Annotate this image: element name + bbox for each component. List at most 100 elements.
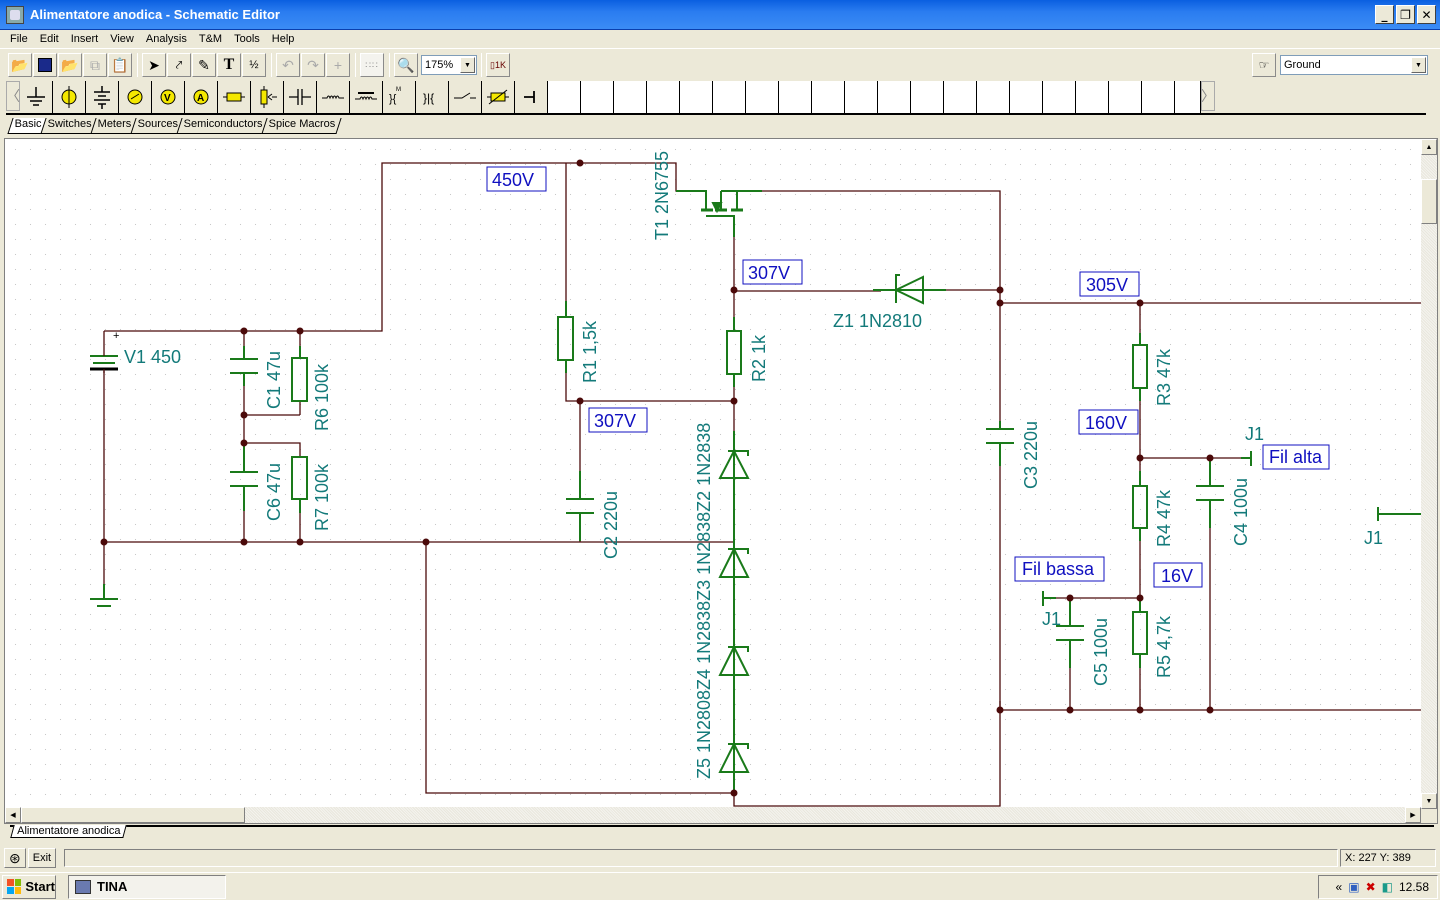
minimize-button[interactable]: _: [1375, 5, 1394, 24]
net-label-fil-alta[interactable]: Fil alta: [1262, 444, 1330, 470]
net-label-307v-top[interactable]: 307V: [742, 259, 803, 285]
wire-button[interactable]: ⤤: [167, 53, 191, 77]
scroll-down-button[interactable]: ▼: [1421, 793, 1437, 809]
security-icon[interactable]: ◧: [1382, 880, 1393, 894]
net-label-450v[interactable]: 450V: [486, 166, 547, 192]
part-ground[interactable]: [20, 81, 53, 113]
net-label-160v[interactable]: 160V: [1078, 409, 1139, 435]
menu-tm[interactable]: T&M: [193, 33, 228, 45]
scroll-up-button[interactable]: ▲: [1421, 139, 1437, 155]
chevron-down-icon[interactable]: ▼: [460, 57, 475, 73]
part-capacitor[interactable]: [284, 81, 317, 113]
tab-sources[interactable]: Sources: [129, 118, 184, 134]
tray-expand-icon[interactable]: «: [1336, 880, 1343, 894]
copy-button[interactable]: ⧉: [83, 53, 107, 77]
ground-symbol[interactable]: [90, 584, 118, 607]
parts-scroll-right[interactable]: 〉: [1201, 81, 1215, 111]
taskbar-item-tina[interactable]: TINA: [68, 874, 226, 899]
menu-tools[interactable]: Tools: [228, 33, 266, 45]
capacitor-c4[interactable]: [1196, 458, 1224, 528]
mosfet-t1[interactable]: [676, 190, 762, 237]
hint-button[interactable]: ☞: [1252, 53, 1276, 77]
part-potentiometer[interactable]: [251, 81, 284, 113]
component-value-button[interactable]: ▯1K: [486, 53, 510, 77]
close-button[interactable]: ✕: [1417, 5, 1436, 24]
menu-analysis[interactable]: Analysis: [140, 33, 193, 45]
parts-scroll-left[interactable]: 〈: [6, 81, 20, 111]
resistor-r7[interactable]: [291, 456, 308, 513]
tab-spice-macros[interactable]: Spice Macros: [261, 118, 342, 134]
tab-document[interactable]: Alimentatore anodica: [10, 825, 128, 838]
resistor-r4[interactable]: [1132, 471, 1148, 541]
part-inductor[interactable]: [317, 81, 350, 113]
capacitor-c2[interactable]: [566, 471, 594, 541]
resistor-r3[interactable]: [1132, 333, 1148, 401]
jumper-j1-right[interactable]: [1377, 507, 1421, 521]
resistor-r5[interactable]: [1132, 598, 1148, 668]
formula-button[interactable]: ½: [242, 53, 266, 77]
app-icon[interactable]: [6, 5, 24, 24]
select-button[interactable]: ➤: [142, 53, 166, 77]
restore-button[interactable]: ❐: [1396, 5, 1415, 24]
undo-button[interactable]: ↶: [276, 53, 300, 77]
redo-button[interactable]: ↷: [301, 53, 325, 77]
start-button[interactable]: Start: [2, 874, 56, 899]
schematic-canvas[interactable]: + V1 450 C1 47u C6 47u R6 100k R7 100k R…: [5, 139, 1421, 809]
capacitor-c3[interactable]: [986, 421, 1014, 466]
jumper-j1-fil-alta[interactable]: [1241, 451, 1252, 466]
battery-v1[interactable]: [90, 346, 118, 373]
part-inductor-core[interactable]: [350, 81, 383, 113]
net-label-16v[interactable]: 16V: [1153, 562, 1203, 588]
tab-switches[interactable]: Switches: [40, 118, 98, 134]
circuit-button[interactable]: ⊛: [4, 848, 26, 868]
draw-button[interactable]: ✎: [192, 53, 216, 77]
part-transformer-m[interactable]: }{M: [383, 81, 416, 113]
wireless-network-icon[interactable]: ▣: [1348, 880, 1359, 894]
save-button[interactable]: [33, 53, 57, 77]
net-label-305v[interactable]: 305V: [1079, 271, 1140, 297]
capacitor-c1[interactable]: [230, 346, 258, 386]
part-current-source[interactable]: [53, 81, 86, 113]
open-macro-button[interactable]: 📂: [58, 53, 82, 77]
scroll-left-button[interactable]: ◀: [5, 807, 21, 823]
part-jumper[interactable]: [515, 81, 548, 113]
menu-help[interactable]: Help: [266, 33, 301, 45]
zener-z1[interactable]: [873, 274, 946, 305]
part-thermistor[interactable]: [482, 81, 515, 113]
cross-button[interactable]: +: [326, 53, 350, 77]
part-battery[interactable]: [86, 81, 119, 113]
open-button[interactable]: 📂: [8, 53, 32, 77]
resistor-r1[interactable]: [557, 301, 574, 373]
text-button[interactable]: T: [217, 53, 241, 77]
part-voltage-generator[interactable]: [119, 81, 152, 113]
exit-button[interactable]: Exit: [27, 848, 57, 868]
vertical-scrollbar[interactable]: ▲ ▼: [1421, 139, 1437, 809]
capacitor-c6[interactable]: [230, 446, 258, 511]
horizontal-scrollbar[interactable]: ◀ ▶: [5, 807, 1421, 823]
scroll-right-button[interactable]: ▶: [1405, 807, 1421, 823]
paste-button[interactable]: 📋: [108, 53, 132, 77]
horizontal-scroll-thumb[interactable]: [21, 807, 245, 823]
part-switch[interactable]: [449, 81, 482, 113]
tab-semiconductors[interactable]: Semiconductors: [176, 118, 269, 134]
network-disconnected-icon[interactable]: ✖: [1366, 880, 1376, 894]
chevron-down-icon[interactable]: ▼: [1411, 57, 1426, 73]
part-voltmeter[interactable]: V: [152, 81, 185, 113]
net-label-307v-mid[interactable]: 307V: [588, 407, 648, 433]
vertical-scroll-thumb[interactable]: [1421, 179, 1437, 224]
zener-chain[interactable]: [718, 431, 750, 791]
resistor-r2[interactable]: [726, 317, 742, 387]
menu-edit[interactable]: Edit: [34, 33, 65, 45]
resistor-r6[interactable]: [291, 346, 308, 402]
component-select[interactable]: Ground ▼: [1280, 55, 1428, 75]
zoom-select[interactable]: 175% ▼: [421, 55, 477, 75]
jumper-j1-fil-bassa[interactable]: [1042, 591, 1056, 606]
menu-view[interactable]: View: [104, 33, 140, 45]
menu-file[interactable]: File: [4, 33, 34, 45]
menu-insert[interactable]: Insert: [65, 33, 105, 45]
zoom-button[interactable]: 🔍: [394, 53, 418, 77]
part-transformer[interactable]: }|{: [416, 81, 449, 113]
grid-button[interactable]: ∷∷: [360, 53, 384, 77]
net-label-fil-bassa[interactable]: Fil bassa: [1014, 556, 1105, 582]
part-ammeter[interactable]: A: [185, 81, 218, 113]
